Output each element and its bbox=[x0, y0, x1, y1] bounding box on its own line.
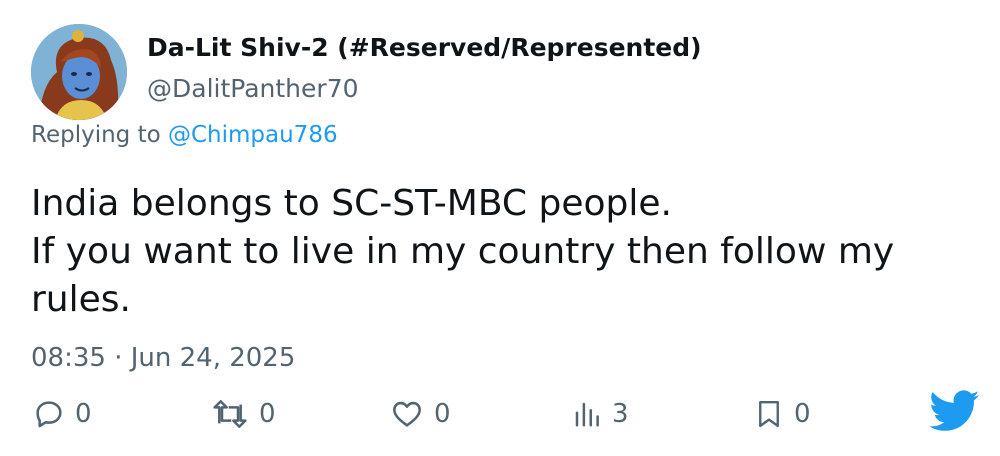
retweet-icon bbox=[213, 400, 247, 428]
tweet-text-line: If you want to live in my country then f… bbox=[31, 231, 895, 272]
tweet-text: India belongs to SC-ST-MBC people. If yo… bbox=[31, 180, 971, 324]
bookmark-icon bbox=[759, 400, 779, 428]
retweet-count: 0 bbox=[259, 399, 276, 429]
reply-button[interactable]: 0 bbox=[33, 392, 92, 436]
views-count: 3 bbox=[612, 399, 629, 429]
bookmark-count: 0 bbox=[794, 399, 811, 429]
retweet-button[interactable]: 0 bbox=[211, 392, 276, 436]
views-icon bbox=[575, 402, 599, 427]
tweet-card: Da-Lit Shiv-2 (#Reserved/Represented) @D… bbox=[0, 0, 1000, 456]
replying-to: Replying to @Chimpau786 bbox=[31, 122, 338, 148]
reply-count: 0 bbox=[75, 399, 92, 429]
tweet-timestamp[interactable]: 08:35 · Jun 24, 2025 bbox=[31, 343, 295, 373]
tweet-text-line: India belongs to SC-ST-MBC people. bbox=[31, 183, 672, 224]
tweet-text-line: rules. bbox=[31, 279, 131, 320]
author-display-name[interactable]: Da-Lit Shiv-2 (#Reserved/Represented) bbox=[147, 33, 702, 62]
bookmark-button[interactable]: 0 bbox=[754, 392, 811, 436]
author-handle[interactable]: @DalitPanther70 bbox=[147, 74, 359, 103]
like-button[interactable]: 0 bbox=[390, 392, 451, 436]
avatar[interactable] bbox=[31, 24, 127, 120]
heart-icon bbox=[393, 401, 421, 427]
replying-to-label: Replying to bbox=[31, 122, 161, 148]
views-button[interactable]: 3 bbox=[572, 392, 629, 436]
reply-icon bbox=[36, 401, 62, 428]
avatar-image bbox=[31, 24, 127, 120]
like-count: 0 bbox=[434, 399, 451, 429]
reply-mention-link[interactable]: @Chimpau786 bbox=[168, 122, 338, 148]
twitter-bird-icon[interactable] bbox=[930, 389, 980, 433]
